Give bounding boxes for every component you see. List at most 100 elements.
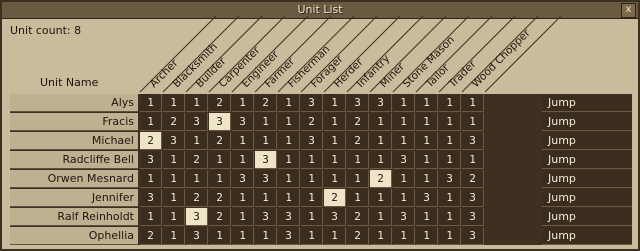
skill-cell[interactable]: 1 [439,132,461,150]
skill-cell[interactable]: 3 [278,227,300,245]
jump-button[interactable]: Jump [542,208,632,226]
skill-cell[interactable]: 1 [301,208,323,226]
skill-cell[interactable]: 3 [232,170,254,188]
skill-cell[interactable]: 1 [393,132,415,150]
skill-cell[interactable]: 3 [462,208,484,226]
skill-cell[interactable]: 1 [347,189,369,207]
jump-button[interactable]: Jump [542,132,632,150]
skill-cell[interactable]: 3 [324,208,346,226]
skill-cell[interactable]: 1 [324,170,346,188]
jump-button[interactable]: Jump [542,189,632,207]
skill-cell[interactable]: 1 [416,151,438,169]
skill-cell[interactable]: 2 [324,189,346,207]
skill-cell[interactable]: 1 [186,132,208,150]
skill-cell[interactable]: 1 [393,227,415,245]
unit-name[interactable]: Orwen Mesnard [10,170,138,188]
skill-cell[interactable]: 3 [140,189,162,207]
skill-cell[interactable]: 3 [462,227,484,245]
skill-cell[interactable]: 2 [370,170,392,188]
skill-cell[interactable]: 1 [439,94,461,112]
skill-cell[interactable]: 1 [278,189,300,207]
skill-cell[interactable]: 2 [347,208,369,226]
unit-row[interactable]: Ophellia 2 1 3 1 1 1 3 1 1 2 1 1 1 1 3 Jump [10,227,632,245]
skill-cell[interactable]: 1 [186,94,208,112]
skill-cell[interactable]: 1 [462,113,484,131]
skill-cell[interactable]: 1 [439,113,461,131]
jump-button[interactable]: Jump [542,227,632,245]
skill-cell[interactable]: 2 [186,151,208,169]
skill-cell[interactable]: 1 [370,113,392,131]
unit-name[interactable]: Radcliffe Bell [10,151,138,169]
skill-cell[interactable]: 1 [416,113,438,131]
skill-cell[interactable]: 1 [416,94,438,112]
skill-cell[interactable]: 3 [163,132,185,150]
skill-cell[interactable]: 1 [370,189,392,207]
skill-cell[interactable]: 1 [232,189,254,207]
skill-cell[interactable]: 1 [140,113,162,131]
skill-cell[interactable]: 3 [255,208,277,226]
skill-cell[interactable]: 1 [140,208,162,226]
unit-row[interactable]: Radcliffe Bell 3 1 2 1 1 3 1 1 1 1 1 3 1 1 1 Jump [10,151,632,169]
skill-cell[interactable]: 1 [255,227,277,245]
skill-cell[interactable]: 2 [209,132,231,150]
skill-cell[interactable]: 1 [278,113,300,131]
skill-cell[interactable]: 1 [163,208,185,226]
skill-cell[interactable]: 3 [186,208,208,226]
unit-name[interactable]: Ralf Reinholdt [10,208,138,226]
skill-cell[interactable]: 1 [140,94,162,112]
skill-cell[interactable]: 1 [462,151,484,169]
skill-cell[interactable]: 1 [163,170,185,188]
unit-row[interactable]: Alys 1 1 1 2 1 2 1 3 1 3 3 1 1 1 1 Jump [10,94,632,112]
skill-cell[interactable]: 1 [347,151,369,169]
skill-cell[interactable]: 1 [439,227,461,245]
skill-cell[interactable]: 1 [416,132,438,150]
skill-cell[interactable]: 1 [186,170,208,188]
skill-cell[interactable]: 1 [370,208,392,226]
skill-cell[interactable]: 2 [186,189,208,207]
skill-cell[interactable]: 1 [462,94,484,112]
skill-cell[interactable]: 3 [140,151,162,169]
skill-cell[interactable]: 3 [439,170,461,188]
skill-cell[interactable]: 3 [347,94,369,112]
skill-cell[interactable]: 3 [301,94,323,112]
skill-cell[interactable]: 3 [209,113,231,131]
unit-name[interactable]: Jennifer [10,189,138,207]
skill-cell[interactable]: 1 [324,227,346,245]
skill-cell[interactable]: 1 [324,94,346,112]
skill-cell[interactable]: 2 [209,208,231,226]
skill-cell[interactable]: 2 [209,189,231,207]
skill-cell[interactable]: 2 [301,113,323,131]
skill-cell[interactable]: 1 [232,151,254,169]
skill-cell[interactable]: 3 [255,170,277,188]
skill-cell[interactable]: 1 [232,227,254,245]
skill-cell[interactable]: 3 [278,208,300,226]
skill-cell[interactable]: 3 [370,94,392,112]
skill-cell[interactable]: 1 [370,151,392,169]
skill-cell[interactable]: 1 [163,189,185,207]
jump-button[interactable]: Jump [542,151,632,169]
skill-cell[interactable]: 3 [416,189,438,207]
skill-cell[interactable]: 2 [347,227,369,245]
skill-cell[interactable]: 1 [393,94,415,112]
skill-cell[interactable]: 2 [255,94,277,112]
skill-cell[interactable]: 1 [416,208,438,226]
unit-row[interactable]: Orwen Mesnard 1 1 1 1 3 3 1 1 1 1 2 1 1 3 2 Jump [10,170,632,188]
skill-cell[interactable]: 3 [186,113,208,131]
skill-cell[interactable]: 2 [347,132,369,150]
skill-cell[interactable]: 1 [301,151,323,169]
skill-cell[interactable]: 1 [439,151,461,169]
skill-cell[interactable]: 1 [439,208,461,226]
unit-row[interactable]: Michael 2 3 1 2 1 1 1 3 1 2 1 1 1 1 3 Jump [10,132,632,150]
skill-cell[interactable]: 3 [393,208,415,226]
jump-button[interactable]: Jump [542,170,632,188]
skill-cell[interactable]: 1 [209,227,231,245]
skill-cell[interactable]: 2 [209,94,231,112]
skill-cell[interactable]: 3 [186,227,208,245]
skill-cell[interactable]: 1 [393,189,415,207]
unit-name[interactable]: Ophellia [10,227,138,245]
skill-cell[interactable]: 1 [370,132,392,150]
skill-cell[interactable]: 1 [324,113,346,131]
skill-cell[interactable]: 1 [163,227,185,245]
skill-cell[interactable]: 2 [140,132,162,150]
unit-name[interactable]: Alys [10,94,138,112]
